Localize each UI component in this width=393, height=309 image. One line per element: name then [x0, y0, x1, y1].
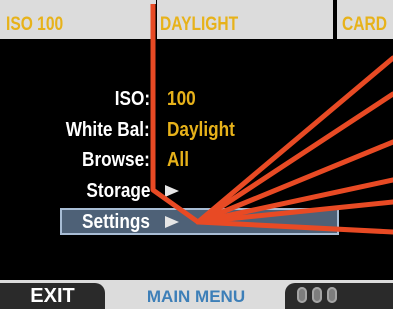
menu-value-white-balance[interactable]: Daylight: [167, 117, 235, 143]
menu-label-storage[interactable]: Storage: [86, 178, 150, 204]
menu-label-settings[interactable]: Settings: [82, 209, 150, 235]
main-menu-title: MAIN MENU: [146, 287, 246, 306]
status-divider: [333, 0, 337, 39]
status-white-balance: DAYLIGHT: [160, 14, 239, 35]
exit-label: EXIT: [30, 285, 75, 307]
storage-arrow-icon[interactable]: [165, 185, 179, 197]
page-dots-icon[interactable]: [285, 283, 393, 309]
cable-line: [195, 91, 393, 225]
status-bar: ISO 100 DAYLIGHT CARD: [0, 0, 393, 39]
status-storage: CARD: [342, 14, 388, 35]
menu-label-iso[interactable]: ISO:: [115, 86, 150, 112]
menu-value-browse[interactable]: All: [167, 147, 189, 173]
menu-label-white-balance[interactable]: White Bal:: [66, 117, 150, 143]
page-dot-icon: [297, 287, 307, 303]
status-divider: [153, 0, 157, 39]
page-dot-icon: [327, 287, 337, 303]
exit-button[interactable]: EXIT: [0, 283, 105, 309]
menu-value-iso[interactable]: 100: [167, 86, 196, 112]
camera-screen: ISO 100 DAYLIGHT CARD ISO: 100 White Bal…: [0, 0, 393, 309]
status-iso: ISO 100: [6, 14, 64, 35]
menu-label-browse[interactable]: Browse:: [82, 147, 150, 173]
cable-overlay: [150, 0, 393, 235]
settings-arrow-icon[interactable]: [165, 216, 179, 228]
page-dot-icon: [312, 287, 322, 303]
